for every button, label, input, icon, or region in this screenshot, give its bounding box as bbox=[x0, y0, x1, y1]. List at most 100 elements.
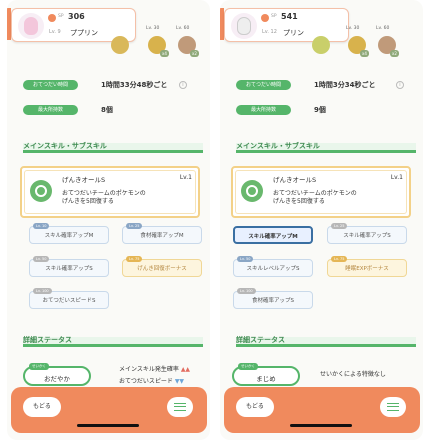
subskill-label: スキル確率アップS bbox=[343, 233, 391, 239]
nature-button[interactable]: せいかく おだやか bbox=[23, 363, 91, 386]
skill-level: Lv.1 bbox=[390, 174, 403, 181]
menu-icon bbox=[174, 403, 186, 411]
energy-skill-icon bbox=[30, 180, 52, 202]
smile-icon bbox=[35, 185, 47, 197]
subskill-label: おてつだいスピードS bbox=[42, 298, 96, 304]
section-header-details: 詳細ステータス bbox=[236, 336, 416, 347]
stat-tag: おてつだい時間 bbox=[236, 80, 291, 90]
pokemon-detail-panel-right: SP 541 Lv. 12 プリン Lv. 30 x4 Lv. 60 x2 おて… bbox=[220, 0, 423, 440]
subskill-button-selected[interactable]: スキル確率アップM bbox=[233, 226, 313, 244]
ingredient-2-unlock: Lv. 30 bbox=[146, 26, 160, 31]
ingredient-2-icon: Lv. 30 x4 bbox=[146, 26, 169, 57]
sp-label: SP bbox=[58, 14, 64, 19]
ingredient-1-icon bbox=[312, 36, 330, 54]
ingredient-3-unlock: Lv. 60 bbox=[376, 26, 390, 31]
subskill-label: スキルレベルアップS bbox=[246, 266, 300, 272]
skill-level: Lv.1 bbox=[179, 174, 192, 181]
stat-tag: おてつだい時間 bbox=[23, 80, 78, 90]
stat-value: 1時間33分48秒ごと bbox=[101, 81, 168, 89]
subskill-button[interactable]: Lv. 50 スキルレベルアップS bbox=[233, 256, 313, 277]
section-header-skills: メインスキル・サブスキル bbox=[23, 142, 203, 153]
energy-skill-icon bbox=[241, 180, 263, 202]
subskill-level-badge: Lv. 100 bbox=[237, 288, 256, 294]
ingredient-3-qty: x2 bbox=[390, 50, 399, 57]
sp-value: 541 bbox=[281, 12, 298, 21]
stat-value: 9個 bbox=[314, 106, 326, 114]
home-indicator bbox=[77, 424, 139, 427]
section-title: 詳細ステータス bbox=[236, 336, 285, 344]
effect-label: おてつだいスピード bbox=[119, 378, 173, 385]
nature-value: まじめ bbox=[256, 375, 276, 383]
subskill-level-badge: Lv. 10 bbox=[33, 223, 50, 229]
subskill-button[interactable]: Lv. 50 スキル確率アップS bbox=[29, 256, 109, 277]
ingredient-1-icon bbox=[111, 36, 129, 54]
info-icon[interactable]: i bbox=[396, 81, 404, 89]
section-header-details: 詳細ステータス bbox=[23, 336, 203, 347]
sp-icon bbox=[261, 14, 269, 22]
level-label: Lv. 12 bbox=[262, 29, 277, 35]
subskill-button[interactable]: Lv. 100 おてつだいスピードS bbox=[29, 288, 109, 309]
nature-effects: メインスキル発生確率 ▲▲ おてつだいスピード ▼▼ bbox=[119, 364, 190, 388]
pokemon-avatar bbox=[18, 13, 44, 39]
subskill-level-badge: Lv. 75 bbox=[331, 256, 348, 262]
sp-value: 306 bbox=[68, 12, 85, 21]
menu-icon bbox=[387, 403, 399, 411]
skill-description: おてつだいチームのポケモンの げんきを5回復する bbox=[62, 190, 146, 205]
nature-tag: せいかく bbox=[29, 363, 49, 370]
pokemon-name: プリン bbox=[283, 29, 304, 37]
stat-value: 1時間3分34秒ごと bbox=[314, 81, 376, 89]
subskill-label: スキル確率アップM bbox=[44, 233, 94, 239]
level-label: Lv. 9 bbox=[49, 29, 61, 35]
pokemon-sprite bbox=[237, 17, 251, 35]
subskill-label: 食材確率アップS bbox=[252, 298, 294, 304]
subskill-button[interactable]: Lv. 10 スキル確率アップM bbox=[29, 223, 109, 244]
comparison-view: SP 306 Lv. 9 ププリン Lv. 30 x4 Lv. 60 x2 おて… bbox=[0, 0, 430, 440]
pokemon-avatar bbox=[231, 13, 257, 39]
subskill-button[interactable]: Lv. 75 げんき回復ボーナス bbox=[122, 256, 202, 277]
subskill-level-badge: Lv. 25 bbox=[126, 223, 143, 229]
stat-row-help-time: おてつだい時間 1時間33分48秒ごと i bbox=[23, 80, 203, 92]
main-skill-card[interactable]: げんきオールS Lv.1 おてつだいチームのポケモンの げんきを5回復する bbox=[20, 166, 200, 218]
skill-description: おてつだいチームのポケモンの げんきを5回復する bbox=[273, 190, 357, 205]
menu-button[interactable] bbox=[380, 397, 406, 417]
subskill-label: げんき回復ボーナス bbox=[137, 266, 187, 272]
ingredient-3-icon: Lv. 60 x2 bbox=[376, 26, 399, 57]
subskill-button[interactable]: Lv. 25 食材確率アップM bbox=[122, 223, 202, 244]
info-icon[interactable]: i bbox=[179, 81, 187, 89]
effect-label: メインスキル発生確率 bbox=[119, 366, 179, 373]
ingredient-2-qty: x4 bbox=[160, 50, 169, 57]
ingredient-2-icon: Lv. 30 x4 bbox=[346, 26, 369, 57]
down-arrows-icon: ▼▼ bbox=[174, 378, 185, 385]
stat-row-max-carry: 最大所持数 8個 bbox=[23, 105, 203, 117]
nature-value: おだやか bbox=[44, 375, 70, 383]
pokemon-header-card: SP 541 Lv. 12 プリン bbox=[224, 8, 349, 42]
section-header-skills: メインスキル・サブスキル bbox=[236, 142, 416, 153]
menu-button[interactable] bbox=[167, 397, 193, 417]
subskill-level-badge: Lv. 75 bbox=[126, 256, 143, 262]
subskill-level-badge: Lv. 25 bbox=[331, 223, 348, 229]
effect-label: せいかくによる特徴なし bbox=[320, 371, 386, 378]
main-skill-card[interactable]: げんきオールS Lv.1 おてつだいチームのポケモンの げんきを5回復する bbox=[231, 166, 411, 218]
subskill-level-badge: Lv. 50 bbox=[237, 256, 254, 262]
ingredient-2-unlock: Lv. 30 bbox=[346, 26, 360, 31]
effect-row: せいかくによる特徴なし bbox=[320, 369, 386, 381]
subskill-button[interactable]: Lv. 25 スキル確率アップS bbox=[327, 223, 407, 244]
ingredient-3-unlock: Lv. 60 bbox=[176, 26, 190, 31]
ingredient-2-qty: x4 bbox=[360, 50, 369, 57]
stat-row-max-carry: 最大所持数 9個 bbox=[236, 105, 416, 117]
back-button[interactable]: もどる bbox=[236, 397, 274, 417]
skill-name: げんきオールS bbox=[273, 176, 317, 184]
ingredient-3-icon: Lv. 60 x2 bbox=[176, 26, 199, 57]
subskill-button[interactable]: Lv. 100 食材確率アップS bbox=[233, 288, 313, 309]
ingredient-3-qty: x2 bbox=[190, 50, 199, 57]
subskill-level-badge: Lv. 100 bbox=[33, 288, 52, 294]
up-arrows-icon: ▲▲ bbox=[180, 366, 191, 373]
effect-row-up: メインスキル発生確率 ▲▲ bbox=[119, 364, 190, 376]
back-button[interactable]: もどる bbox=[23, 397, 61, 417]
pokemon-name: ププリン bbox=[70, 29, 98, 37]
stat-tag: 最大所持数 bbox=[23, 105, 78, 115]
nature-button[interactable]: せいかく まじめ bbox=[232, 363, 300, 386]
skill-name: げんきオールS bbox=[62, 176, 106, 184]
stat-value: 8個 bbox=[101, 106, 113, 114]
subskill-button[interactable]: Lv. 75 睡眠EXPボーナス bbox=[327, 256, 407, 277]
